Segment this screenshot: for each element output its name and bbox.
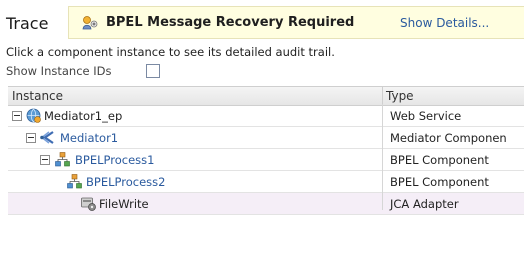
bpel-recovery-icon (81, 15, 99, 31)
instance-name-link[interactable]: BPELProcess1 (75, 153, 154, 167)
trace-header: Trace BPEL Message Recovery Required Sho… (0, 6, 524, 40)
table-row[interactable]: BPELProcess2 BPEL Component (8, 171, 524, 193)
table-row[interactable]: Mediator1 Mediator Componen (8, 127, 524, 149)
table-row[interactable]: FileWrite JCA Adapter (8, 193, 524, 215)
show-details-link[interactable]: Show Details... (400, 16, 489, 30)
column-header-type[interactable]: Type (386, 89, 414, 103)
show-instance-ids-label: Show Instance IDs (6, 64, 112, 78)
instance-type: JCA Adapter (390, 197, 459, 211)
collapse-toggle-icon[interactable] (40, 155, 50, 165)
instance-name: FileWrite (99, 197, 149, 211)
trace-title: Trace (6, 14, 49, 33)
column-header-instance[interactable]: Instance (12, 89, 63, 103)
instance-name: Mediator1_ep (44, 109, 123, 123)
jca-adapter-icon (80, 195, 97, 212)
recovery-alert-banner: BPEL Message Recovery Required Show Deta… (68, 6, 524, 39)
table-header: Instance Type (8, 86, 524, 106)
instance-type: BPEL Component (390, 175, 489, 189)
instance-name-link[interactable]: BPELProcess2 (86, 175, 165, 189)
instance-name-link[interactable]: Mediator1 (60, 131, 118, 145)
collapse-toggle-icon[interactable] (26, 133, 36, 143)
instructions-text: Click a component instance to see its de… (6, 45, 335, 59)
table-row[interactable]: BPELProcess1 BPEL Component (8, 149, 524, 171)
instance-type: BPEL Component (390, 153, 489, 167)
column-divider (382, 87, 383, 104)
instance-type: Mediator Componen (390, 131, 507, 145)
bpel-process-icon (66, 173, 83, 190)
web-service-icon (25, 107, 42, 124)
alert-message: BPEL Message Recovery Required (106, 15, 355, 30)
instance-type: Web Service (390, 109, 462, 123)
mediator-icon (39, 129, 56, 146)
bpel-process-icon (54, 151, 71, 168)
show-instance-ids-checkbox[interactable] (146, 64, 160, 78)
collapse-toggle-icon[interactable] (12, 111, 22, 121)
table-row[interactable]: Mediator1_ep Web Service (8, 105, 524, 127)
column-divider (382, 104, 383, 210)
